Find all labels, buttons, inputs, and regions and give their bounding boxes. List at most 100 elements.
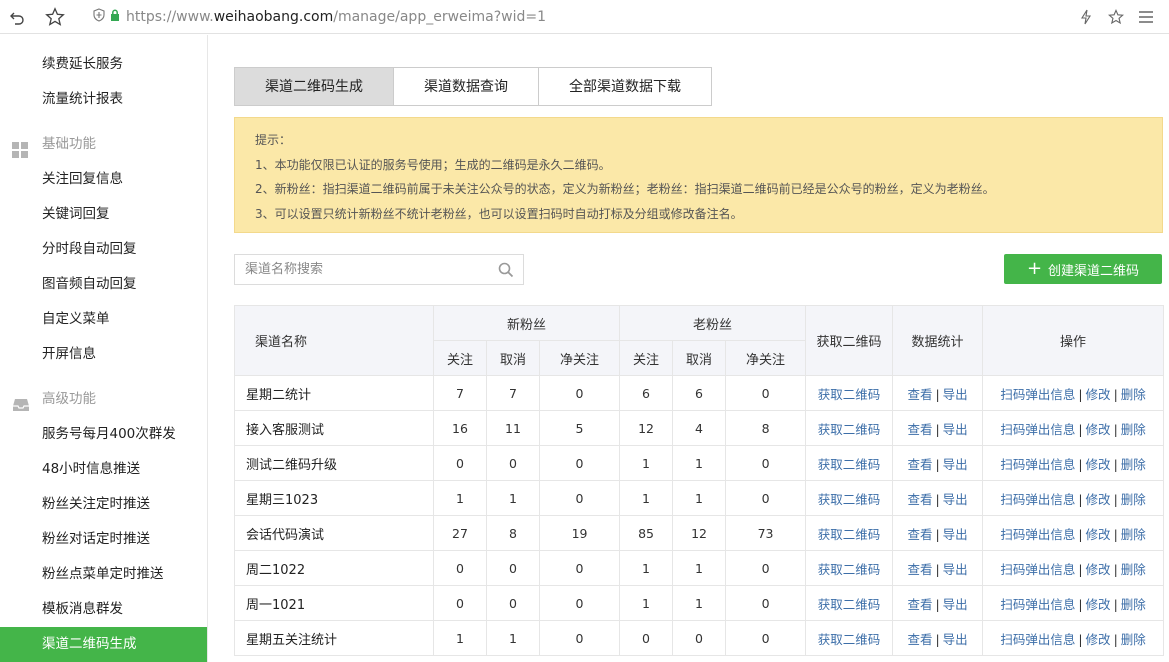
create-channel-qr-button[interactable]: + 创建渠道二维码 xyxy=(1004,254,1162,284)
row-old-cancel: 6 xyxy=(672,375,727,411)
row-get-qr-cell: 获取二维码 xyxy=(805,515,894,551)
get-qr-link[interactable]: 获取二维码 xyxy=(818,387,881,402)
export-link[interactable]: 导出 xyxy=(943,527,968,542)
get-qr-link[interactable]: 获取二维码 xyxy=(818,632,881,647)
sidebar-item-menu-timed-push[interactable]: 粉丝点菜单定时推送 xyxy=(0,557,207,592)
channel-search-input[interactable] xyxy=(235,255,485,284)
separator: | xyxy=(1113,561,1118,577)
menu-lines-icon[interactable] xyxy=(1135,6,1157,28)
sidebar-item-timed-reply[interactable]: 分时段自动回复 xyxy=(0,232,207,267)
table-row: 星期二统计 7 7 0 6 6 0 获取二维码 查看 | 导出 扫码弹出信息 | 修改 |… xyxy=(234,375,1165,411)
separator: | xyxy=(1078,631,1083,647)
tip-line-3: 3、可以设置只统计新粉丝不统计老粉丝，也可以设置扫码时自动打标及分组或修改备注名… xyxy=(255,206,743,221)
delete-link[interactable]: 删除 xyxy=(1121,562,1146,577)
lightning-icon[interactable] xyxy=(1075,6,1097,28)
row-new-follow: 27 xyxy=(433,515,487,551)
popup-info-link[interactable]: 扫码弹出信息 xyxy=(1000,387,1075,402)
edit-link[interactable]: 修改 xyxy=(1086,387,1111,402)
sidebar-item-media-reply[interactable]: 图音频自动回复 xyxy=(0,267,207,302)
export-link[interactable]: 导出 xyxy=(943,562,968,577)
export-link[interactable]: 导出 xyxy=(943,597,968,612)
sidebar-item-mass-send[interactable]: 服务号每月400次群发 xyxy=(0,417,207,452)
sidebar-item-48h-push[interactable]: 48小时信息推送 xyxy=(0,452,207,487)
sidebar-group-label: 高级功能 xyxy=(42,391,96,407)
edit-link[interactable]: 修改 xyxy=(1086,632,1111,647)
row-ops-cell: 扫码弹出信息 | 修改 | 删除 xyxy=(982,410,1165,446)
popup-info-link[interactable]: 扫码弹出信息 xyxy=(1000,562,1075,577)
row-old-net: 8 xyxy=(725,410,807,446)
view-link[interactable]: 查看 xyxy=(907,527,932,542)
address-bar[interactable]: https://www. weihaobang.com/manage/app_er… xyxy=(92,7,546,26)
edit-link[interactable]: 修改 xyxy=(1086,422,1111,437)
shield-icon xyxy=(92,7,106,26)
view-link[interactable]: 查看 xyxy=(907,632,932,647)
delete-link[interactable]: 删除 xyxy=(1121,387,1146,402)
row-ops-cell: 扫码弹出信息 | 修改 | 删除 xyxy=(982,515,1165,551)
sidebar-item-template-message[interactable]: 模板消息群发 xyxy=(0,592,207,627)
get-qr-link[interactable]: 获取二维码 xyxy=(818,527,881,542)
tab-download-all-data[interactable]: 全部渠道数据下载 xyxy=(538,67,712,106)
edit-link[interactable]: 修改 xyxy=(1086,457,1111,472)
popup-info-link[interactable]: 扫码弹出信息 xyxy=(1000,632,1075,647)
view-link[interactable]: 查看 xyxy=(907,457,932,472)
delete-link[interactable]: 删除 xyxy=(1121,527,1146,542)
row-ops-cell: 扫码弹出信息 | 修改 | 删除 xyxy=(982,620,1165,656)
search-icon[interactable] xyxy=(498,262,514,282)
edit-link[interactable]: 修改 xyxy=(1086,597,1111,612)
row-old-cancel: 4 xyxy=(672,410,727,446)
tab-channel-data-query[interactable]: 渠道数据查询 xyxy=(393,67,539,106)
view-link[interactable]: 查看 xyxy=(907,597,932,612)
sidebar-item-traffic-report[interactable]: 流量统计报表 xyxy=(0,82,207,117)
edit-link[interactable]: 修改 xyxy=(1086,527,1111,542)
row-new-cancel: 0 xyxy=(486,585,540,621)
separator: | xyxy=(1078,561,1083,577)
delete-link[interactable]: 删除 xyxy=(1121,422,1146,437)
get-qr-link[interactable]: 获取二维码 xyxy=(818,562,881,577)
view-link[interactable]: 查看 xyxy=(907,562,932,577)
popup-info-link[interactable]: 扫码弹出信息 xyxy=(1000,492,1075,507)
export-link[interactable]: 导出 xyxy=(943,492,968,507)
popup-info-link[interactable]: 扫码弹出信息 xyxy=(1000,527,1075,542)
view-link[interactable]: 查看 xyxy=(907,422,932,437)
delete-link[interactable]: 删除 xyxy=(1121,492,1146,507)
delete-link[interactable]: 删除 xyxy=(1121,632,1146,647)
sidebar-item-follow-timed-push[interactable]: 粉丝关注定时推送 xyxy=(0,487,207,522)
sidebar-item-custom-menu[interactable]: 自定义菜单 xyxy=(0,302,207,337)
sidebar-item-keyword-reply[interactable]: 关键词回复 xyxy=(0,197,207,232)
sidebar-item-follow-reply[interactable]: 关注回复信息 xyxy=(0,162,207,197)
export-link[interactable]: 导出 xyxy=(943,422,968,437)
table-row: 星期三1023 1 1 0 1 1 0 获取二维码 查看 | 导出 扫码弹出信息 | 修… xyxy=(234,480,1165,516)
sidebar-item-channel-qr[interactable]: 渠道二维码生成 xyxy=(0,627,207,662)
row-new-net: 0 xyxy=(538,585,621,621)
export-link[interactable]: 导出 xyxy=(943,457,968,472)
tab-channel-qr-generate[interactable]: 渠道二维码生成 xyxy=(234,67,394,106)
row-new-net: 0 xyxy=(538,550,621,586)
popup-info-link[interactable]: 扫码弹出信息 xyxy=(1000,457,1075,472)
export-link[interactable]: 导出 xyxy=(943,632,968,647)
edit-link[interactable]: 修改 xyxy=(1086,562,1111,577)
row-old-follow: 6 xyxy=(619,375,674,411)
plus-icon: + xyxy=(1026,258,1043,279)
row-old-net: 0 xyxy=(725,375,807,411)
view-link[interactable]: 查看 xyxy=(907,387,932,402)
back-icon[interactable] xyxy=(6,6,28,28)
sidebar-item-renew[interactable]: 续费延长服务 xyxy=(0,47,207,82)
sidebar-item-splash-info[interactable]: 开屏信息 xyxy=(0,337,207,372)
separator: | xyxy=(1078,421,1083,437)
channel-search xyxy=(234,254,524,285)
get-qr-link[interactable]: 获取二维码 xyxy=(818,492,881,507)
sidebar-item-chat-timed-push[interactable]: 粉丝对话定时推送 xyxy=(0,522,207,557)
get-qr-link[interactable]: 获取二维码 xyxy=(818,597,881,612)
popup-info-link[interactable]: 扫码弹出信息 xyxy=(1000,597,1075,612)
delete-link[interactable]: 删除 xyxy=(1121,457,1146,472)
edit-link[interactable]: 修改 xyxy=(1086,492,1111,507)
star-icon[interactable] xyxy=(44,6,66,28)
export-link[interactable]: 导出 xyxy=(943,387,968,402)
popup-info-link[interactable]: 扫码弹出信息 xyxy=(1000,422,1075,437)
bookmark-star-icon[interactable] xyxy=(1105,6,1127,28)
get-qr-link[interactable]: 获取二维码 xyxy=(818,422,881,437)
delete-link[interactable]: 删除 xyxy=(1121,597,1146,612)
get-qr-link[interactable]: 获取二维码 xyxy=(818,457,881,472)
view-link[interactable]: 查看 xyxy=(907,492,932,507)
tip-line-2: 2、新粉丝：指扫渠道二维码前属于未关注公众号的状态，定义为新粉丝；老粉丝：指扫渠… xyxy=(255,182,995,196)
